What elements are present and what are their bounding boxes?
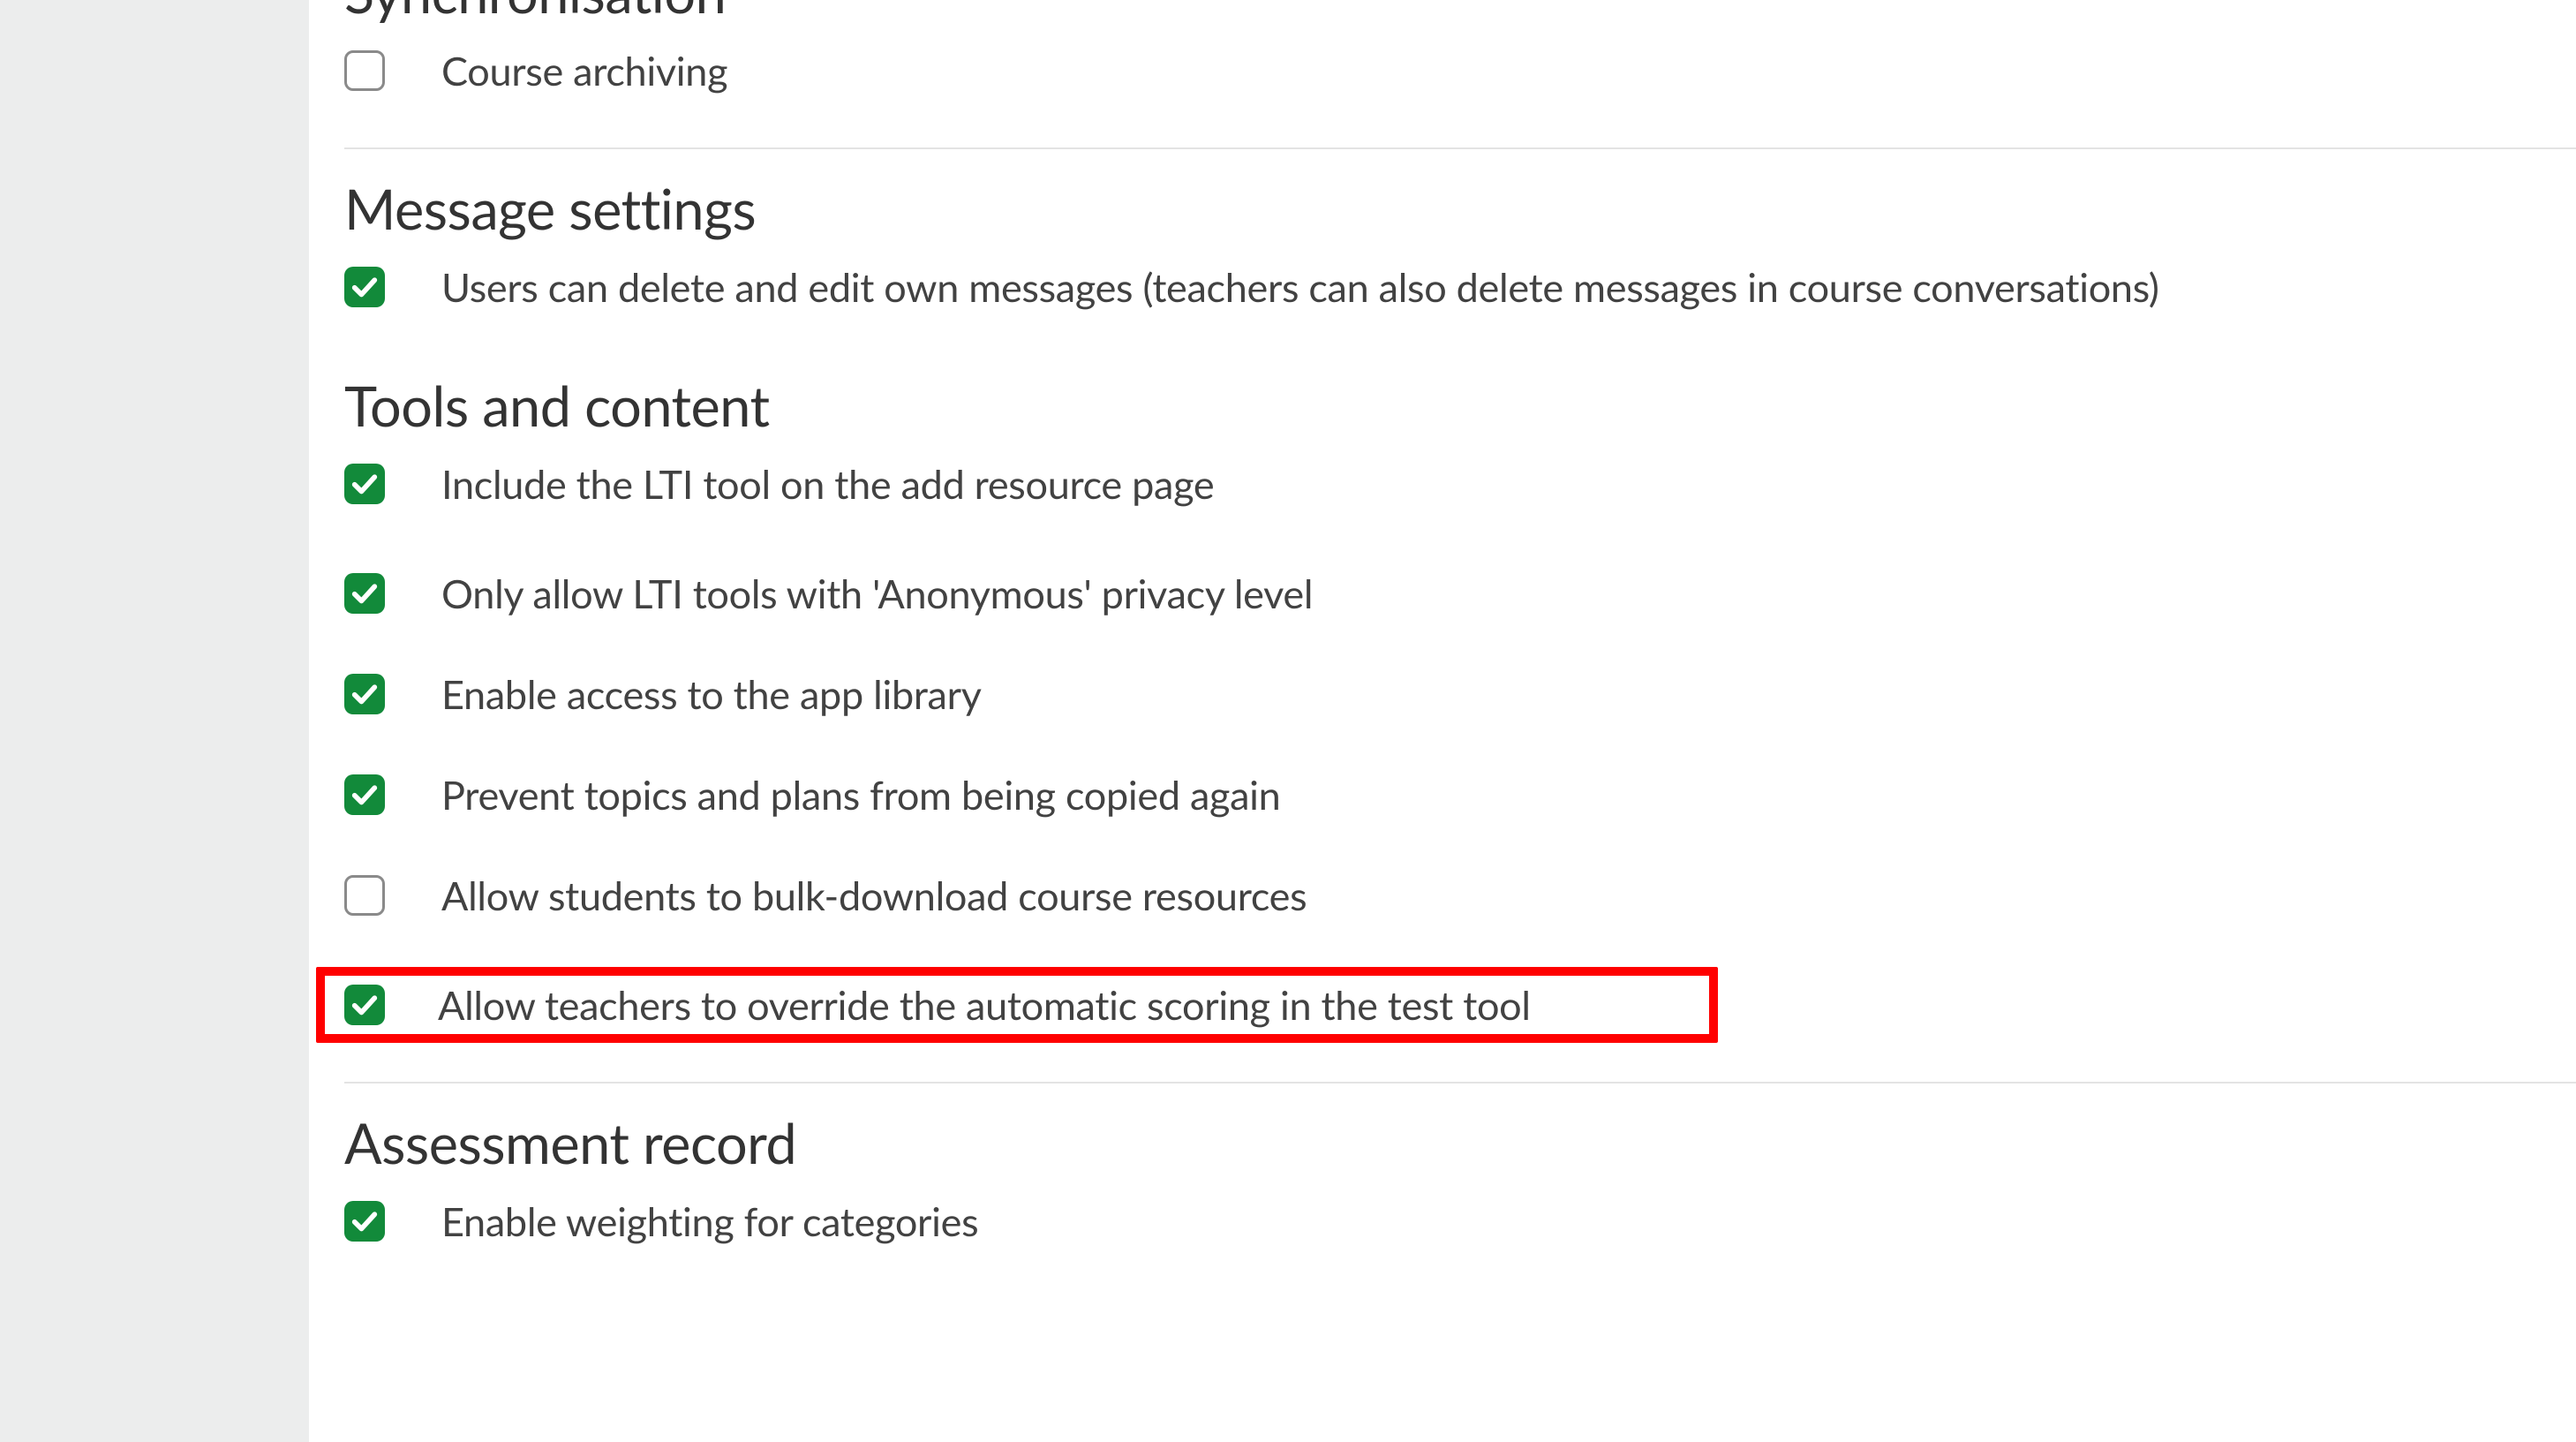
option-lti-anonymous[interactable]: Only allow LTI tools with 'Anonymous' pr…: [344, 543, 2576, 644]
checkbox-prevent-copy[interactable]: [344, 774, 385, 815]
checkbox-bulk-download[interactable]: [344, 875, 385, 916]
section-synchronisation: Synchronisation Course archiving: [309, 0, 2576, 149]
section-tools-content: Tools and content Include the LTI tool o…: [309, 346, 2576, 1083]
check-icon: [350, 578, 380, 608]
checkbox-course-archiving[interactable]: [344, 50, 385, 91]
label-users-delete-edit: Users can delete and edit own messages (…: [441, 263, 2159, 311]
content-panel: Synchronisation Course archiving Message…: [309, 0, 2576, 1442]
checkbox-override-scoring[interactable]: [344, 985, 385, 1025]
option-course-archiving[interactable]: Course archiving: [344, 42, 2576, 130]
label-lti-include: Include the LTI tool on the add resource…: [441, 460, 1214, 508]
check-icon: [350, 780, 380, 810]
label-app-library: Enable access to the app library: [441, 670, 982, 718]
checkbox-lti-anonymous[interactable]: [344, 573, 385, 614]
option-enable-weighting[interactable]: Enable weighting for categories: [344, 1192, 2576, 1280]
section-title-message-settings: Message settings: [344, 149, 2576, 258]
check-icon: [350, 1206, 380, 1236]
highlight-override-scoring: Allow teachers to override the automatic…: [316, 967, 1718, 1043]
option-users-delete-edit[interactable]: Users can delete and edit own messages (…: [344, 258, 2576, 346]
checkbox-enable-weighting[interactable]: [344, 1201, 385, 1242]
label-course-archiving: Course archiving: [441, 47, 727, 94]
option-app-library[interactable]: Enable access to the app library: [344, 644, 2576, 744]
section-message-settings: Message settings Users can delete and ed…: [309, 149, 2576, 346]
section-title-tools-content: Tools and content: [344, 346, 2576, 455]
label-override-scoring: Allow teachers to override the automatic…: [438, 981, 1531, 1029]
option-bulk-download[interactable]: Allow students to bulk-download course r…: [344, 845, 2576, 946]
label-enable-weighting: Enable weighting for categories: [441, 1197, 978, 1245]
settings-page: Synchronisation Course archiving Message…: [0, 0, 2576, 1442]
option-override-scoring-row: Allow teachers to override the automatic…: [344, 946, 2576, 1064]
label-prevent-copy: Prevent topics and plans from being copi…: [441, 771, 1281, 819]
label-lti-anonymous: Only allow LTI tools with 'Anonymous' pr…: [441, 570, 1313, 617]
option-lti-include[interactable]: Include the LTI tool on the add resource…: [344, 455, 2576, 543]
check-icon: [350, 272, 380, 302]
section-title-assessment-record: Assessment record: [344, 1083, 2576, 1192]
checkbox-lti-include[interactable]: [344, 464, 385, 504]
check-icon: [350, 990, 380, 1020]
check-icon: [350, 469, 380, 499]
checkbox-app-library[interactable]: [344, 674, 385, 714]
checkbox-users-delete-edit[interactable]: [344, 267, 385, 307]
check-icon: [350, 679, 380, 709]
label-bulk-download: Allow students to bulk-download course r…: [441, 872, 1307, 919]
section-assessment-record: Assessment record Enable weighting for c…: [309, 1083, 2576, 1280]
section-title-synchronisation: Synchronisation: [344, 0, 2576, 42]
option-prevent-copy[interactable]: Prevent topics and plans from being copi…: [344, 744, 2576, 845]
